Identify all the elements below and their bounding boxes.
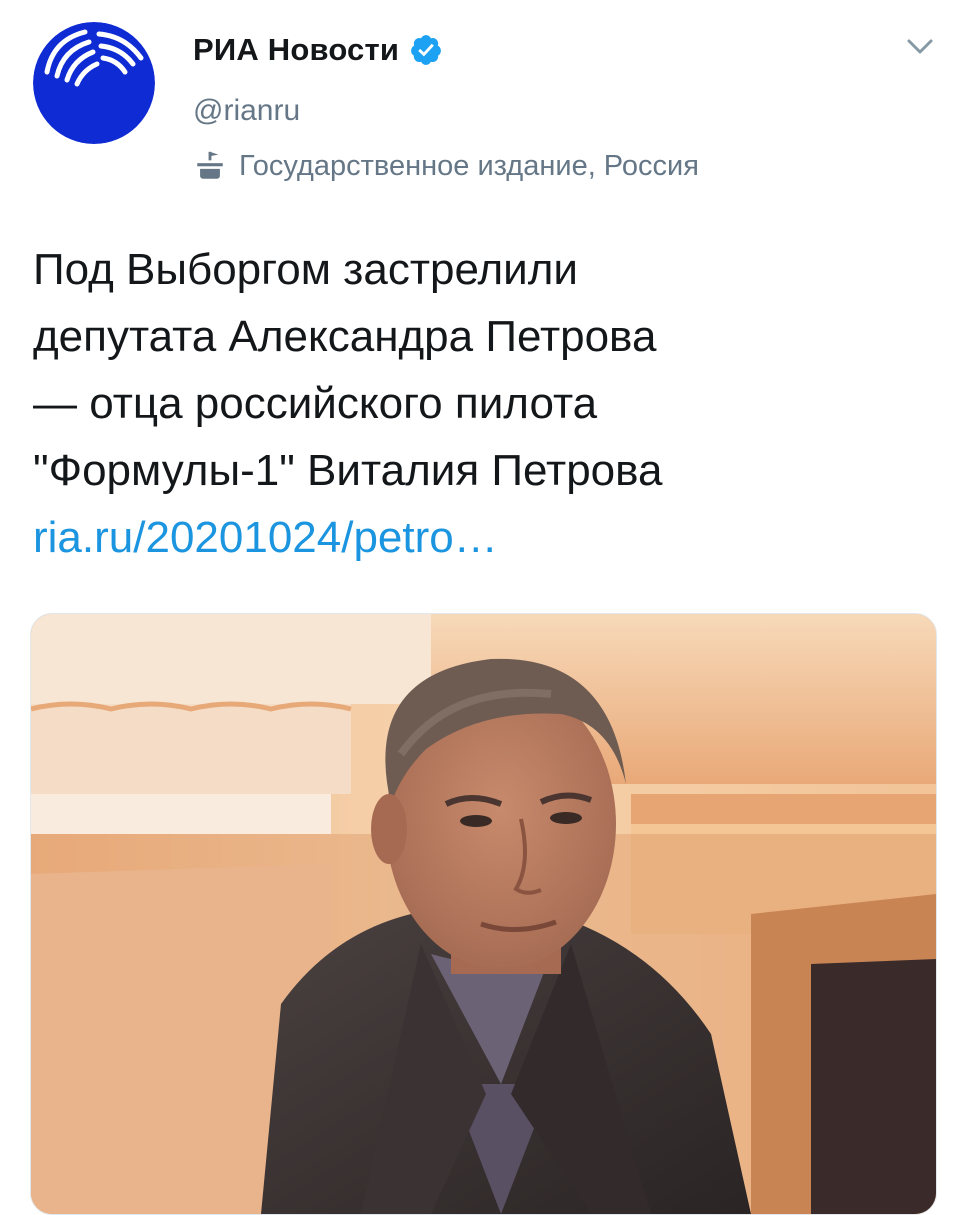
verified-badge-icon [411,35,442,65]
tweet-text-line: депутата Александра Петрова [33,312,657,361]
tweet-text-line: Под Выборгом застрелили [33,245,578,294]
display-name[interactable]: РИА Новости [193,32,399,68]
tweet-text-line: "Формулы-1" Виталия Петрова [33,446,663,495]
tweet-text-line: — отца российского пилота [33,379,598,428]
chevron-down-icon[interactable] [905,36,935,58]
ria-novosti-logo-icon [33,22,155,144]
tweet-card: РИА Новости @rianru Государственное изда… [0,0,965,1215]
account-name-row[interactable]: РИА Новости [193,28,443,72]
tweet-photo[interactable] [30,613,937,1215]
government-building-icon [197,151,223,179]
account-label[interactable]: Государственное издание, Россия [193,146,699,186]
account-label-text: Государственное издание, Россия [239,149,699,182]
article-link[interactable]: ria.ru/20201024/petro… [33,504,933,571]
account-handle[interactable]: @rianru [193,94,300,128]
account-avatar[interactable] [33,22,155,144]
photo-man-in-suit [31,614,936,1214]
tweet-text: Под Выборгом застрелили депутата Алексан… [33,236,933,571]
